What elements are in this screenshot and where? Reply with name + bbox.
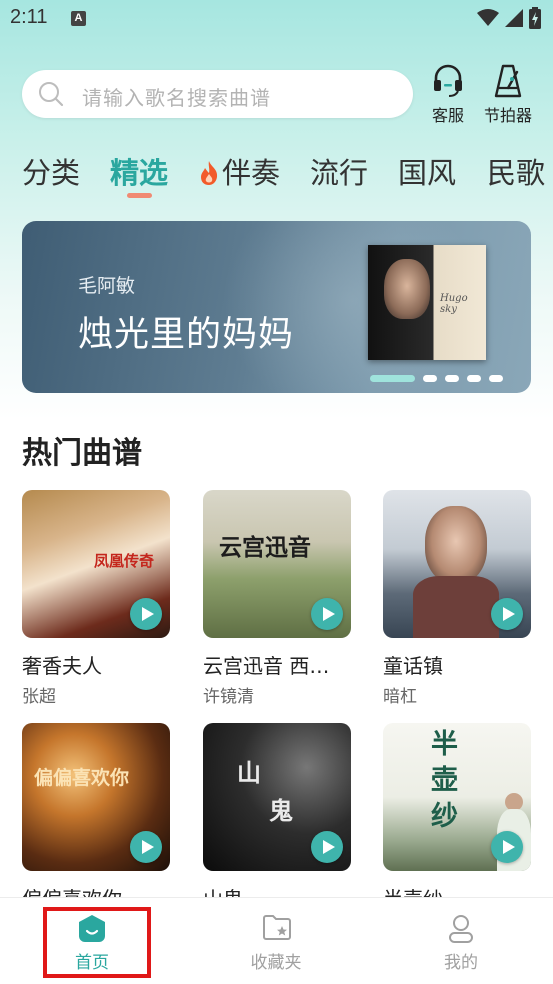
song-card[interactable]: 童话镇 暗杠 — [383, 490, 531, 707]
song-cover — [383, 490, 531, 638]
search-input[interactable]: 请输入歌名搜索曲谱 — [22, 70, 413, 118]
cover-title: 山 — [237, 758, 261, 787]
song-card[interactable]: 半壶纱 半壶纱 — [383, 723, 531, 911]
search-icon — [39, 82, 64, 107]
cover-title: 凤凰传奇 — [94, 552, 155, 570]
tab-folk[interactable]: 民歌 — [487, 150, 545, 192]
customer-service-button[interactable]: 客服 — [418, 64, 478, 125]
signal-icon — [505, 9, 523, 27]
tab-national-style[interactable]: 国风 — [398, 150, 456, 192]
play-button[interactable] — [491, 831, 523, 863]
song-card[interactable]: 山 鬼 山鬼 — [203, 723, 351, 911]
battery-icon — [529, 7, 541, 29]
active-tab-indicator — [127, 193, 152, 198]
banner-title: 烛光里的妈妈 — [78, 315, 295, 355]
cover-title: 云宫迅音 — [219, 534, 311, 561]
nav-profile[interactable]: 我的 — [401, 898, 521, 984]
song-artist: 许镜清 — [203, 687, 254, 707]
play-button[interactable] — [311, 598, 343, 630]
profile-icon — [449, 915, 473, 943]
song-name: 童话镇 — [383, 654, 443, 678]
search-placeholder: 请输入歌名搜索曲谱 — [82, 86, 271, 110]
flame-icon — [201, 161, 218, 185]
cover-title: 半壶纱 — [431, 729, 458, 832]
song-cover: 半壶纱 — [383, 723, 531, 871]
cover-title: 偏偏喜欢你 — [34, 767, 130, 789]
banner-album-cover: Hugo sky — [368, 245, 486, 360]
metronome-label: 节拍器 — [483, 106, 532, 125]
status-bar: 2:11 A — [0, 0, 553, 38]
song-card[interactable]: 凤凰传奇 奢香夫人 张超 — [22, 490, 170, 707]
metronome-icon — [494, 64, 522, 98]
carousel-dots — [370, 374, 503, 382]
section-title: 热门曲谱 — [22, 436, 142, 471]
song-card[interactable]: 偏偏喜欢你 偏偏喜欢你 — [22, 723, 170, 911]
play-button[interactable] — [130, 598, 162, 630]
cover-title: 鬼 — [269, 796, 293, 825]
customer-service-label: 客服 — [431, 106, 464, 125]
nav-favorites-label: 收藏夹 — [250, 953, 302, 973]
featured-banner[interactable]: 毛阿敏 烛光里的妈妈 Hugo sky — [22, 221, 531, 393]
status-icons — [477, 6, 541, 30]
highlight-box — [43, 907, 151, 978]
carousel-dot[interactable] — [423, 374, 437, 382]
tab-category[interactable]: 分类 — [22, 150, 80, 192]
play-button[interactable] — [491, 598, 523, 630]
song-cover: 云宫迅音 — [203, 490, 351, 638]
song-artist: 张超 — [22, 687, 56, 707]
tab-featured[interactable]: 精选 — [110, 150, 168, 192]
cover-script: Hugo sky — [440, 293, 468, 315]
status-time: 2:11 — [10, 6, 48, 28]
play-button[interactable] — [311, 831, 343, 863]
song-name: 云宫迅音 西… — [203, 654, 330, 678]
notification-icon: A — [71, 11, 86, 26]
metronome-button[interactable]: 节拍器 — [478, 64, 538, 125]
carousel-dot[interactable] — [370, 374, 415, 382]
carousel-dot[interactable] — [445, 374, 459, 382]
carousel-dot[interactable] — [489, 374, 503, 382]
play-button[interactable] — [130, 831, 162, 863]
category-tabs: 分类 精选 伴奏 流行 国风 民歌 — [0, 150, 553, 200]
song-cover: 偏偏喜欢你 — [22, 723, 170, 871]
nav-favorites[interactable]: 收藏夹 — [216, 898, 336, 984]
wifi-icon — [477, 9, 499, 26]
headset-icon — [434, 64, 462, 97]
tab-accompaniment[interactable]: 伴奏 — [222, 150, 280, 192]
song-cover: 山 鬼 — [203, 723, 351, 871]
cover-portrait — [425, 506, 487, 584]
tab-pop[interactable]: 流行 — [310, 150, 368, 192]
nav-profile-label: 我的 — [444, 953, 478, 973]
banner-artist: 毛阿敏 — [78, 275, 136, 297]
song-card[interactable]: 云宫迅音 云宫迅音 西… 许镜清 — [203, 490, 351, 707]
favorites-folder-icon — [263, 915, 291, 940]
song-artist: 暗杠 — [383, 687, 417, 707]
song-name: 奢香夫人 — [22, 654, 102, 678]
carousel-dot[interactable] — [467, 374, 481, 382]
song-cover: 凤凰传奇 — [22, 490, 170, 638]
cover-scarf — [413, 576, 499, 638]
cover-portrait — [384, 259, 430, 319]
